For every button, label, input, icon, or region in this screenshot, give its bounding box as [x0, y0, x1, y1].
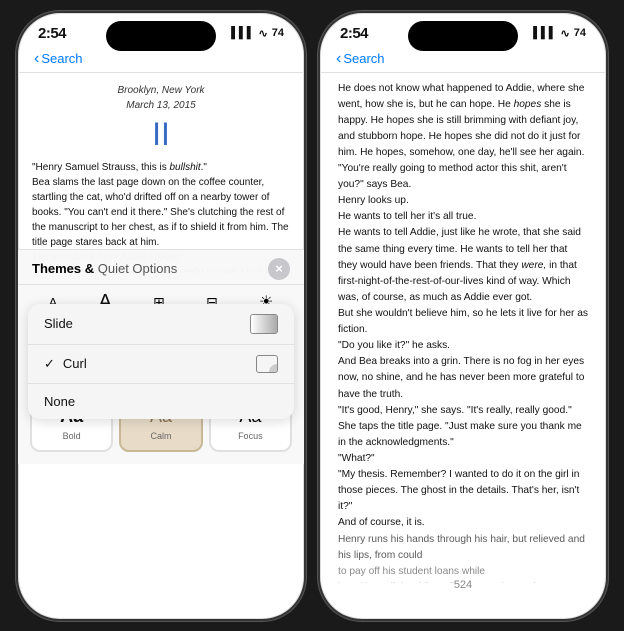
back-label-right: Search: [343, 51, 384, 66]
slide-menu-item-slide[interactable]: Slide: [28, 304, 294, 345]
page-number: 524: [320, 575, 606, 599]
themes-title: Themes & Quiet Options: [32, 261, 177, 276]
back-chevron-left: ‹: [34, 50, 39, 68]
slide-menu: Slide ✓ Curl None: [28, 304, 294, 419]
themes-header-row: Themes & Quiet Options ×: [18, 250, 304, 284]
chapter-numeral: II: [32, 117, 290, 152]
back-button-right[interactable]: ‹ Search: [336, 50, 385, 68]
book-content-right: He does not know what happened to Addie,…: [320, 73, 606, 583]
battery-right: 74: [574, 27, 586, 39]
status-icons-left: ▌▌▌ ∿ 74: [231, 27, 284, 40]
close-button[interactable]: ×: [268, 258, 290, 280]
back-label-left: Search: [41, 51, 82, 66]
chapter-header: Brooklyn, New YorkMarch 13, 2015 II: [32, 83, 290, 152]
right-phone: 2:54 ▌▌▌ ∿ 74 ‹ Search He does not know …: [318, 11, 608, 621]
chapter-location: Brooklyn, New YorkMarch 13, 2015: [32, 83, 290, 113]
slide-menu-item-none[interactable]: None: [28, 384, 294, 419]
dynamic-island: [106, 21, 216, 51]
theme-focus-label: Focus: [238, 431, 263, 441]
none-label: None: [44, 394, 75, 409]
signal-icon-right: ▌▌▌: [533, 27, 556, 39]
slide-menu-item-curl[interactable]: ✓ Curl: [28, 345, 294, 384]
slide-icon: [250, 314, 278, 334]
theme-calm-label: Calm: [150, 431, 171, 441]
curl-checkmark: ✓: [44, 356, 55, 372]
back-button-left[interactable]: ‹ Search: [34, 50, 83, 68]
close-icon: ×: [275, 261, 283, 276]
wifi-icon-right: ∿: [561, 27, 570, 40]
curl-icon: [256, 355, 278, 373]
theme-bold-label: Bold: [63, 431, 81, 441]
book-content-left: Brooklyn, New YorkMarch 13, 2015 II "Hen…: [18, 73, 304, 273]
signal-icon-left: ▌▌▌: [231, 27, 254, 39]
status-icons-right: ▌▌▌ ∿ 74: [533, 27, 586, 40]
battery-left: 74: [272, 27, 284, 39]
slide-icon-inner: [251, 315, 277, 333]
back-chevron-right: ‹: [336, 50, 341, 68]
time-left: 2:54: [38, 25, 66, 42]
slide-label: Slide: [44, 316, 73, 331]
wifi-icon-left: ∿: [259, 27, 268, 40]
curl-label: Curl: [63, 356, 87, 371]
time-right: 2:54: [340, 25, 368, 42]
left-phone: 2:54 ▌▌▌ ∿ 74 ‹ Search Brooklyn, New Yor…: [16, 11, 306, 621]
curl-corner: [269, 364, 277, 372]
dynamic-island-right: [408, 21, 518, 51]
